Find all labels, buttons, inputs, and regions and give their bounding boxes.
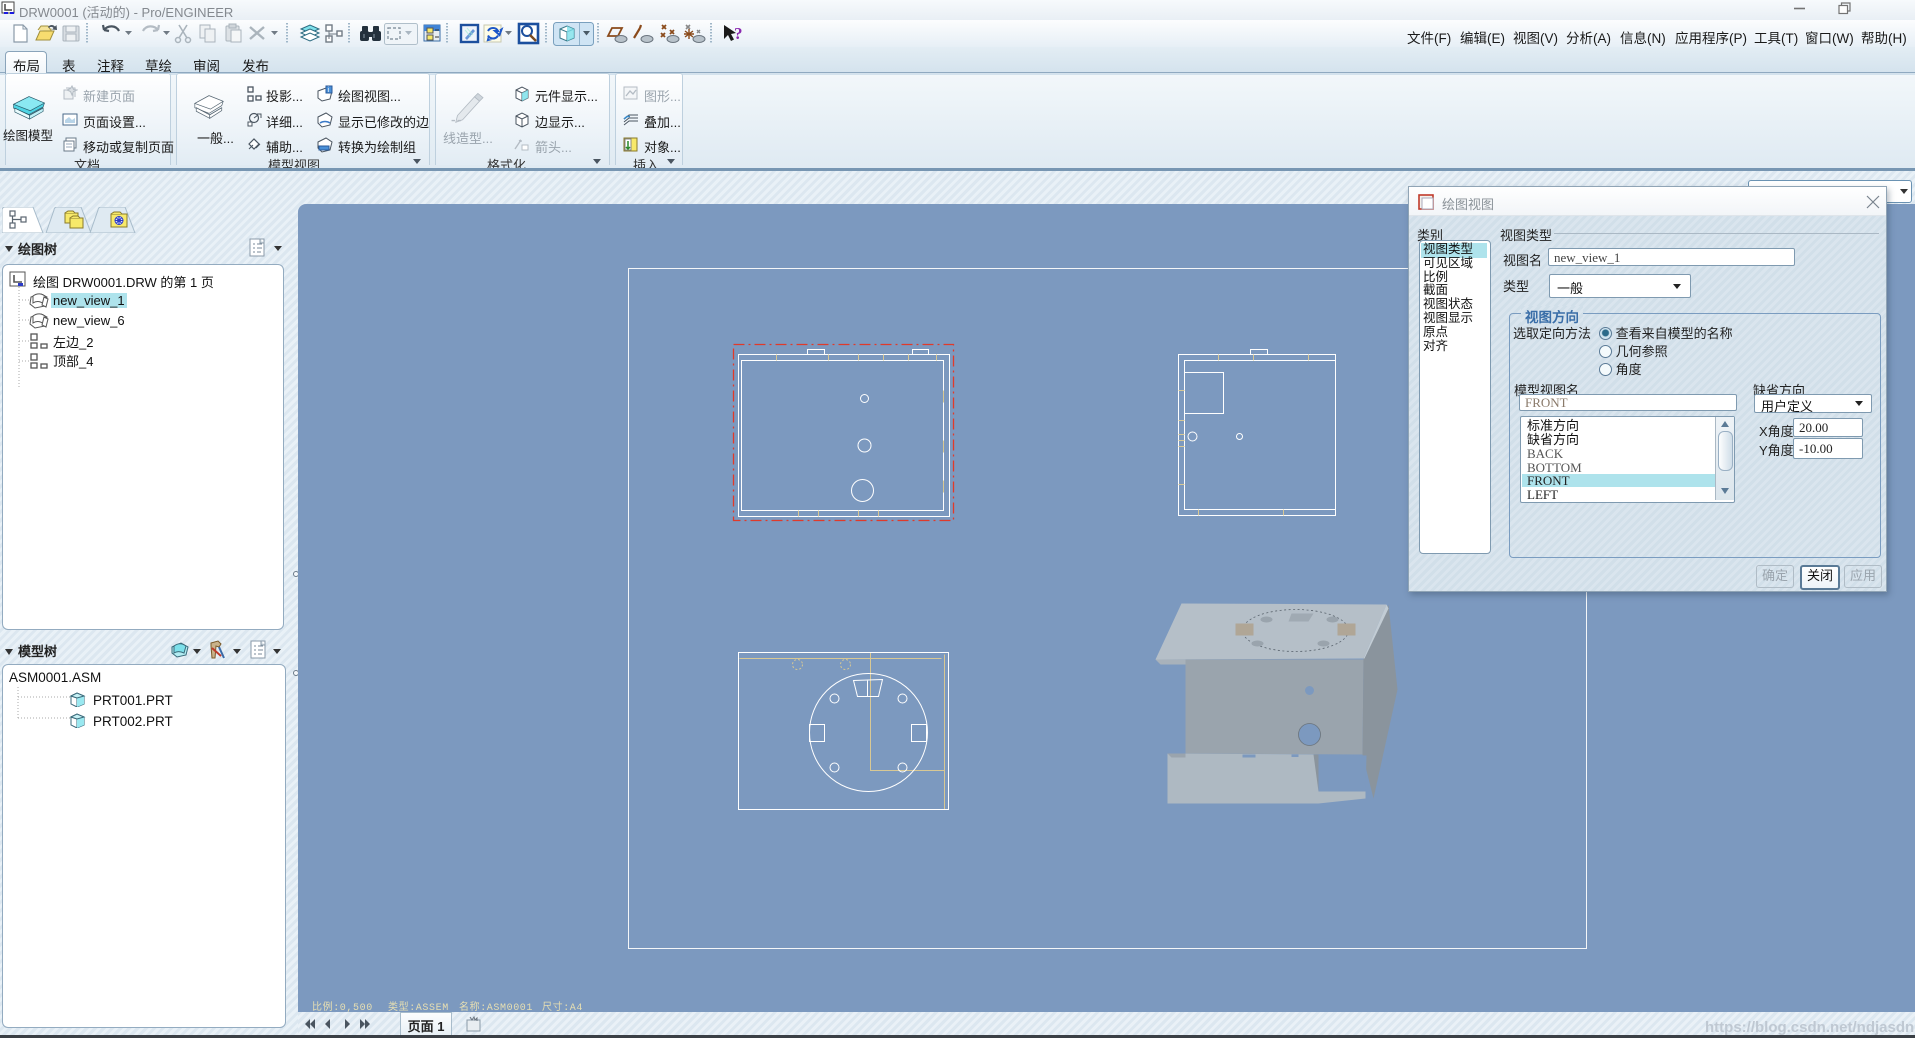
svg-text:?: ? [734,24,743,43]
